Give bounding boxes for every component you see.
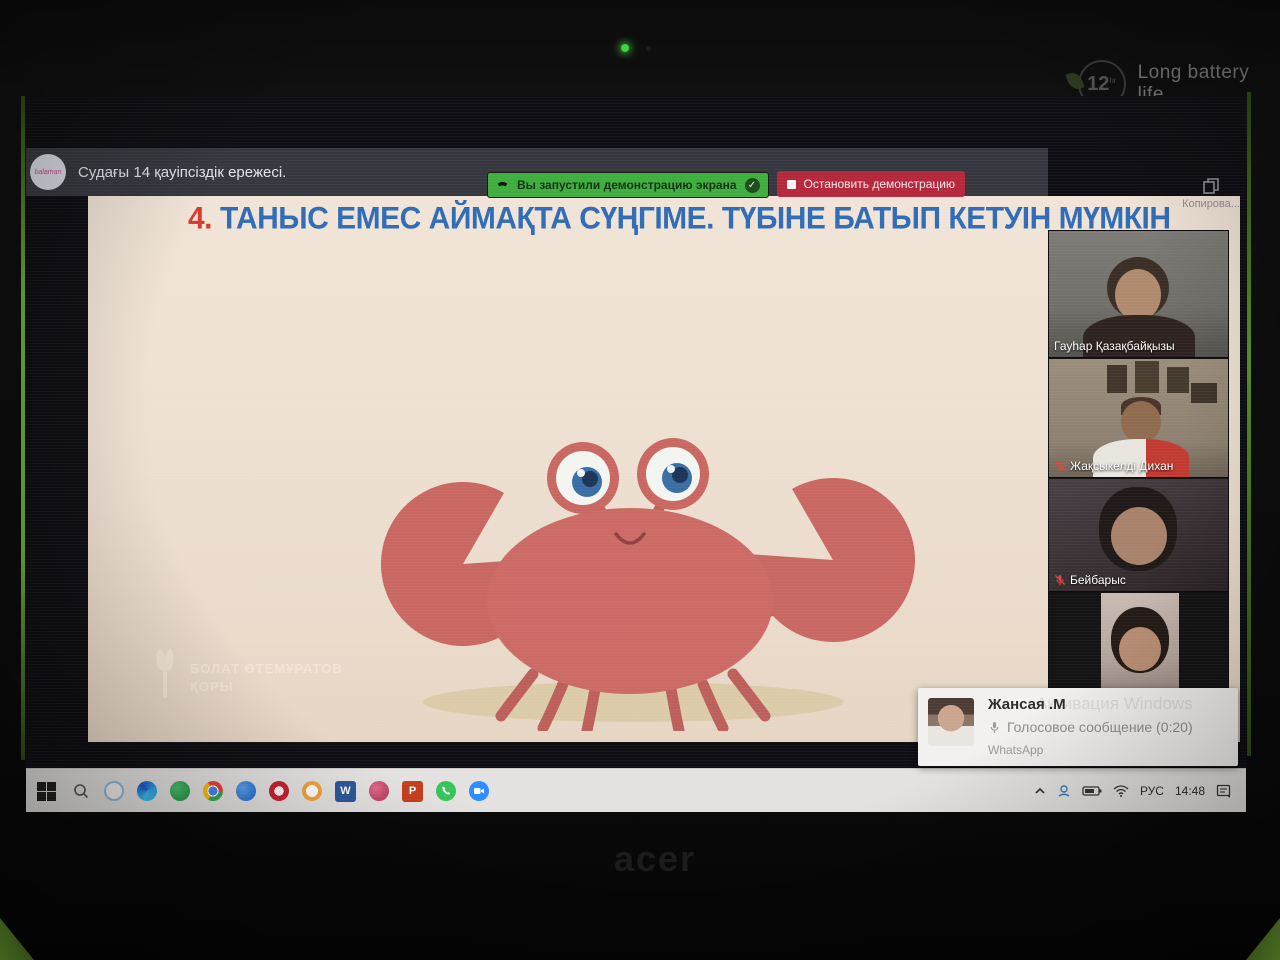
participant-video-3[interactable]: Бейбарыс <box>1048 478 1229 592</box>
voice-message-icon <box>988 721 1001 734</box>
search-icon <box>72 782 90 800</box>
screenshare-banner-text: Вы запустили демонстрацию экрана <box>517 178 737 192</box>
stop-icon <box>787 180 796 189</box>
muted-mic-icon <box>1054 460 1066 472</box>
participant-3-name: Бейбарыс <box>1070 573 1126 587</box>
word-icon[interactable]: W <box>335 781 356 802</box>
participant-1-face <box>1115 269 1161 321</box>
camera-glyph <box>473 785 485 797</box>
battery-icon <box>1082 785 1102 797</box>
participant-video-1[interactable]: Гауһар Қазақбайқызы <box>1048 230 1229 358</box>
participant-4-face <box>1119 627 1161 671</box>
windows-logo-icon <box>37 782 56 801</box>
phone-icon <box>496 179 509 192</box>
whatsapp-notification[interactable]: Активация Windows Жансая .М Голосовое со… <box>918 688 1238 766</box>
tray-wifi[interactable] <box>1113 785 1129 797</box>
crab-illustration <box>378 426 918 731</box>
notification-app-name: WhatsApp <box>988 743 1043 757</box>
screenshare-banner: Вы запустили демонстрацию экрана ✓ Остан… <box>487 172 965 196</box>
tray-action-center[interactable] <box>1216 784 1232 798</box>
tray-battery[interactable] <box>1082 785 1102 797</box>
meeting-title: Судағы 14 қауіпсіздік ережесі. <box>78 164 286 181</box>
screenshare-status-pill[interactable]: Вы запустили демонстрацию экрана ✓ <box>487 172 769 198</box>
tray-clock[interactable]: 14:48 <box>1175 784 1205 798</box>
participant-name-label: Гауһар Қазақбайқызы <box>1054 339 1175 353</box>
system-tray: РУС 14:48 <box>1034 784 1246 798</box>
people-icon <box>1057 784 1071 798</box>
copy-icon <box>1201 176 1221 196</box>
participant-name-label: Жақсыкелді Дихан <box>1054 459 1173 473</box>
participant-2-name: Жақсыкелді Дихан <box>1070 459 1173 473</box>
sticker-number: 12 <box>1087 73 1109 96</box>
red-app-icon[interactable] <box>269 781 289 801</box>
stop-share-button[interactable]: Остановить демонстрацию <box>777 171 965 197</box>
participant-video-2[interactable]: Жақсыкелді Дихан <box>1048 358 1229 478</box>
shield-check-icon: ✓ <box>745 178 760 193</box>
cortana-icon[interactable] <box>104 781 124 801</box>
whatsapp-phone-glyph <box>440 785 452 797</box>
webcam-led <box>621 44 629 52</box>
powerpoint-glyph: P <box>409 785 416 797</box>
wifi-icon <box>1113 785 1129 797</box>
slide-number: 4. <box>188 201 212 236</box>
laptop-screen: balaman Судағы 14 қауіпсіздік ережесі. 4… <box>26 96 1246 812</box>
search-button[interactable] <box>70 781 91 802</box>
participant-1-name: Гауһар Қазақбайқызы <box>1054 339 1175 353</box>
notification-message: Голосовое сообщение (0:20) <box>988 719 1193 735</box>
zoom-app-icon[interactable] <box>469 781 489 801</box>
edge-browser-icon[interactable] <box>137 781 157 801</box>
balaman-logo: balaman <box>30 154 66 190</box>
notification-sender: Жансая .М <box>988 696 1066 713</box>
tulip-icon <box>148 646 182 702</box>
chrome-icon[interactable] <box>203 781 223 801</box>
foundation-line2: ҚОРЫ <box>190 678 343 696</box>
participants-panel: Гауһар Қазақбайқызы Жақсыкелді Дихан <box>1048 230 1229 712</box>
notification-message-text: Голосовое сообщение (0:20) <box>1007 719 1193 735</box>
tray-people-icon[interactable] <box>1057 784 1071 798</box>
powerpoint-icon[interactable]: P <box>402 781 423 802</box>
sticker-number-unit: hr <box>1109 76 1116 85</box>
blue-app-icon[interactable] <box>236 781 256 801</box>
balaman-logo-text: balaman <box>35 169 62 176</box>
taskbar-icons: W P <box>26 781 489 802</box>
copy-tool-label: Копирова... <box>1176 198 1246 210</box>
word-glyph: W <box>340 785 350 797</box>
notification-avatar <box>928 698 974 746</box>
copy-tool-button[interactable]: Копирова... <box>1176 176 1246 210</box>
whatsapp-icon[interactable] <box>436 781 456 801</box>
stop-share-label: Остановить демонстрацию <box>804 177 955 191</box>
acer-logo: acer <box>575 838 735 880</box>
orange-app-icon[interactable] <box>302 781 322 801</box>
participant-3-face <box>1111 507 1167 565</box>
foundation-watermark: БОЛАТ ӨТЕМҰРАТОВ ҚОРЫ <box>148 646 343 702</box>
participant-2-silhouette <box>1121 401 1161 443</box>
start-button[interactable] <box>36 781 57 802</box>
muted-mic-icon <box>1054 574 1066 586</box>
slide-title-text: ТАНЫС ЕМЕС АЙМАҚТА СҮҢГІМЕ. ТҮБІНЕ БАТЫП… <box>220 201 1171 236</box>
chevron-up-icon <box>1034 785 1046 797</box>
tray-language[interactable]: РУС <box>1140 784 1164 798</box>
foundation-line1: БОЛАТ ӨТЕМҰРАТОВ <box>190 660 343 678</box>
laptop-green-trim-left <box>21 96 25 760</box>
laptop-green-trim-right <box>1247 92 1251 756</box>
participant-name-label: Бейбарыс <box>1054 573 1126 587</box>
windows-taskbar: W P <box>26 768 1246 812</box>
green-app-icon[interactable] <box>170 781 190 801</box>
foundation-name: БОЛАТ ӨТЕМҰРАТОВ ҚОРЫ <box>190 660 343 695</box>
action-center-icon <box>1216 784 1232 798</box>
webcam-lens <box>646 46 651 51</box>
tray-chevron[interactable] <box>1034 785 1046 797</box>
pink-app-icon[interactable] <box>369 781 389 801</box>
